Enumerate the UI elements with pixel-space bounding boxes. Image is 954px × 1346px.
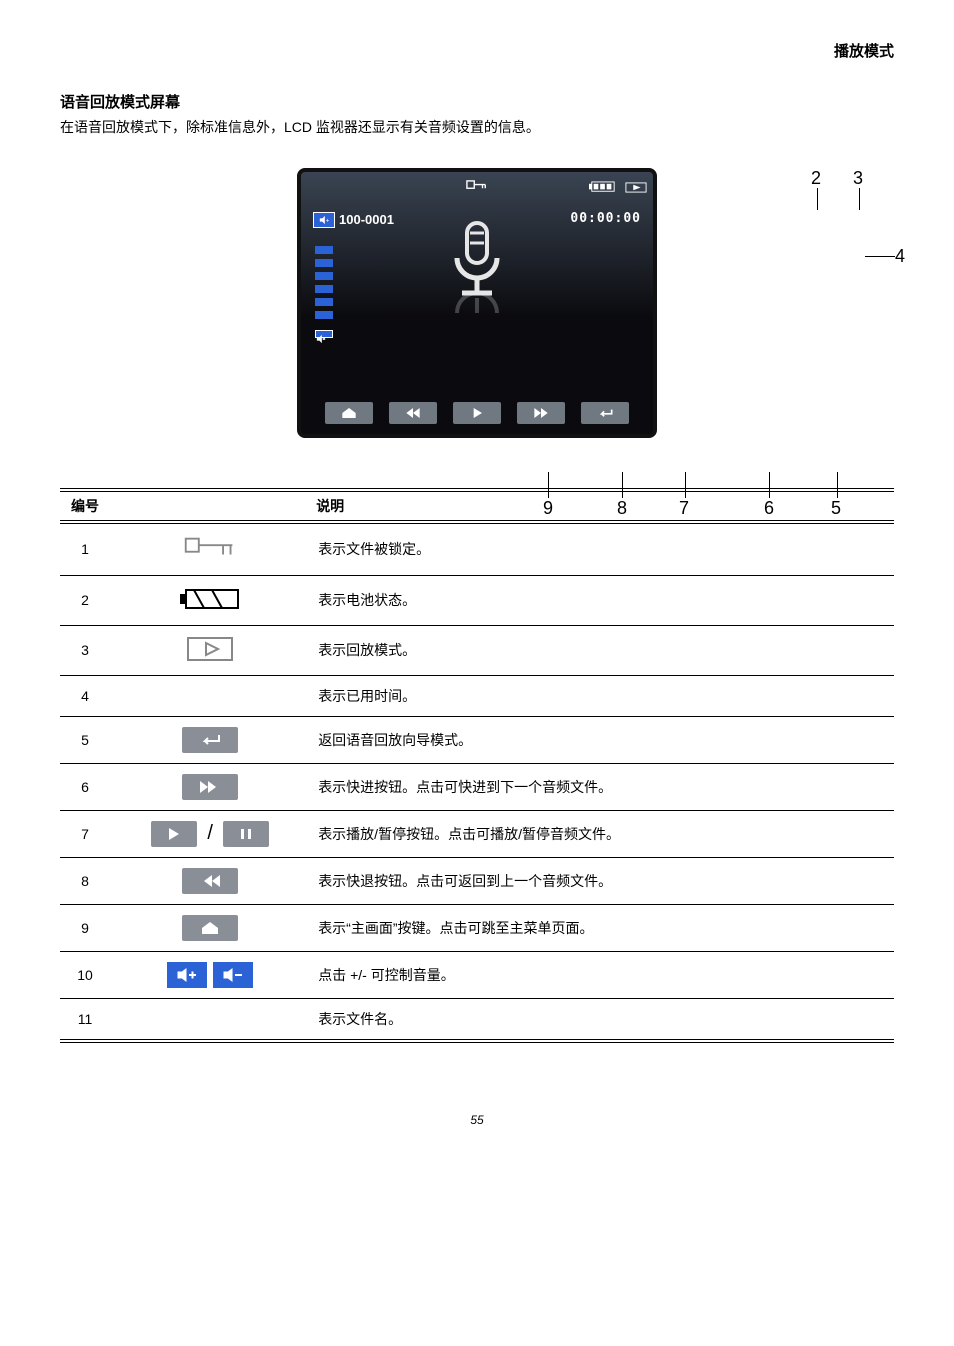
table-row: 4 表示已用时间。	[60, 675, 894, 716]
callout-2: 2	[811, 168, 821, 189]
rewind-icon	[182, 868, 238, 894]
table-row: 1 表示文件被锁定。	[60, 522, 894, 576]
fast-forward-button[interactable]	[517, 402, 565, 424]
callout-5: 5	[831, 498, 841, 519]
home-button[interactable]	[325, 402, 373, 424]
page-number: 55	[60, 1113, 894, 1127]
play-pause-icon: /	[151, 821, 269, 847]
volume-up-icon[interactable]: +	[313, 212, 335, 228]
row-desc: 表示快退按钮。点击可返回到上一个音频文件。	[310, 857, 894, 904]
row-desc: 点击 +/- 可控制音量。	[310, 951, 894, 998]
home-icon	[182, 915, 238, 941]
row-num: 6	[60, 763, 110, 810]
section-title: 语音回放模式屏幕	[60, 91, 894, 112]
file-number-row: + 100-0001	[313, 212, 394, 228]
row-num: 1	[60, 522, 110, 576]
file-number: 100-0001	[339, 213, 394, 226]
row-num: 7	[60, 810, 110, 857]
row-icon-empty	[110, 675, 310, 716]
callout-9: 9	[543, 498, 553, 519]
row-num: 11	[60, 998, 110, 1041]
table-header-desc: 说明	[310, 490, 894, 522]
row-desc: 表示电池状态。	[310, 575, 894, 625]
volume-down-icon[interactable]	[315, 330, 333, 338]
row-icon-empty	[110, 998, 310, 1041]
microphone-icon	[442, 218, 512, 331]
table-row: 3 表示回放模式。	[60, 625, 894, 675]
play-button[interactable]	[453, 402, 501, 424]
battery-icon	[178, 586, 242, 612]
volume-level-bars	[315, 246, 333, 338]
table-row: 6 表示快进按钮。点击可快进到下一个音频文件。	[60, 763, 894, 810]
row-num: 5	[60, 716, 110, 763]
callout-3: 3	[853, 168, 863, 189]
row-num: 10	[60, 951, 110, 998]
device-screen: + 100-0001 00:00:00	[297, 168, 657, 438]
table-row: 11 表示文件名。	[60, 998, 894, 1041]
rewind-button[interactable]	[389, 402, 437, 424]
row-num: 8	[60, 857, 110, 904]
row-num: 9	[60, 904, 110, 951]
return-icon	[182, 727, 238, 753]
row-num: 3	[60, 625, 110, 675]
row-desc: 表示“主画面”按键。点击可跳至主菜单页面。	[310, 904, 894, 951]
key-icon	[182, 534, 238, 562]
battery-icon	[589, 180, 617, 192]
table-row: 7 / 表示播放/暂停按钮。点击可播放/暂停音频文件。	[60, 810, 894, 857]
callout-8: 8	[617, 498, 627, 519]
table-header-num: 编号	[60, 490, 110, 522]
row-desc: 表示回放模式。	[310, 625, 894, 675]
row-desc: 表示文件被锁定。	[310, 522, 894, 576]
table-row: 8 表示快退按钮。点击可返回到上一个音频文件。	[60, 857, 894, 904]
svg-text:+: +	[326, 217, 329, 224]
callout-7: 7	[679, 498, 689, 519]
row-desc: 表示已用时间。	[310, 675, 894, 716]
table-row: 2 表示电池状态。	[60, 575, 894, 625]
play-mode-icon	[625, 180, 647, 192]
table-header-icon	[110, 490, 310, 522]
legend-table: 编号 说明 1 表示文件被锁定。 2 表示电池状态。 3	[60, 488, 894, 1043]
row-desc: 表示播放/暂停按钮。点击可播放/暂停音频文件。	[310, 810, 894, 857]
elapsed-time: 00:00:00	[570, 212, 641, 225]
device-screenshot-diagram: 1 2 3 4 5 6 7 8 9 10 11	[237, 168, 717, 438]
row-desc: 表示文件名。	[310, 998, 894, 1041]
chapter-title: 播放模式	[60, 40, 894, 61]
play-mode-icon	[186, 636, 234, 662]
volume-plus-minus-icon	[167, 962, 253, 988]
row-num: 2	[60, 575, 110, 625]
section-description: 在语音回放模式下，除标准信息外，LCD 监视器还显示有关音频设置的信息。	[60, 118, 894, 138]
callout-4: 4	[895, 246, 905, 267]
return-button[interactable]	[581, 402, 629, 424]
fast-forward-icon	[182, 774, 238, 800]
callout-6: 6	[764, 498, 774, 519]
row-desc: 表示快进按钮。点击可快进到下一个音频文件。	[310, 763, 894, 810]
lock-key-icon	[466, 178, 488, 192]
row-desc: 返回语音回放向导模式。	[310, 716, 894, 763]
table-row: 5 返回语音回放向导模式。	[60, 716, 894, 763]
table-row: 9 表示“主画面”按键。点击可跳至主菜单页面。	[60, 904, 894, 951]
table-row: 10 点击 +/- 可控制音量。	[60, 951, 894, 998]
row-num: 4	[60, 675, 110, 716]
